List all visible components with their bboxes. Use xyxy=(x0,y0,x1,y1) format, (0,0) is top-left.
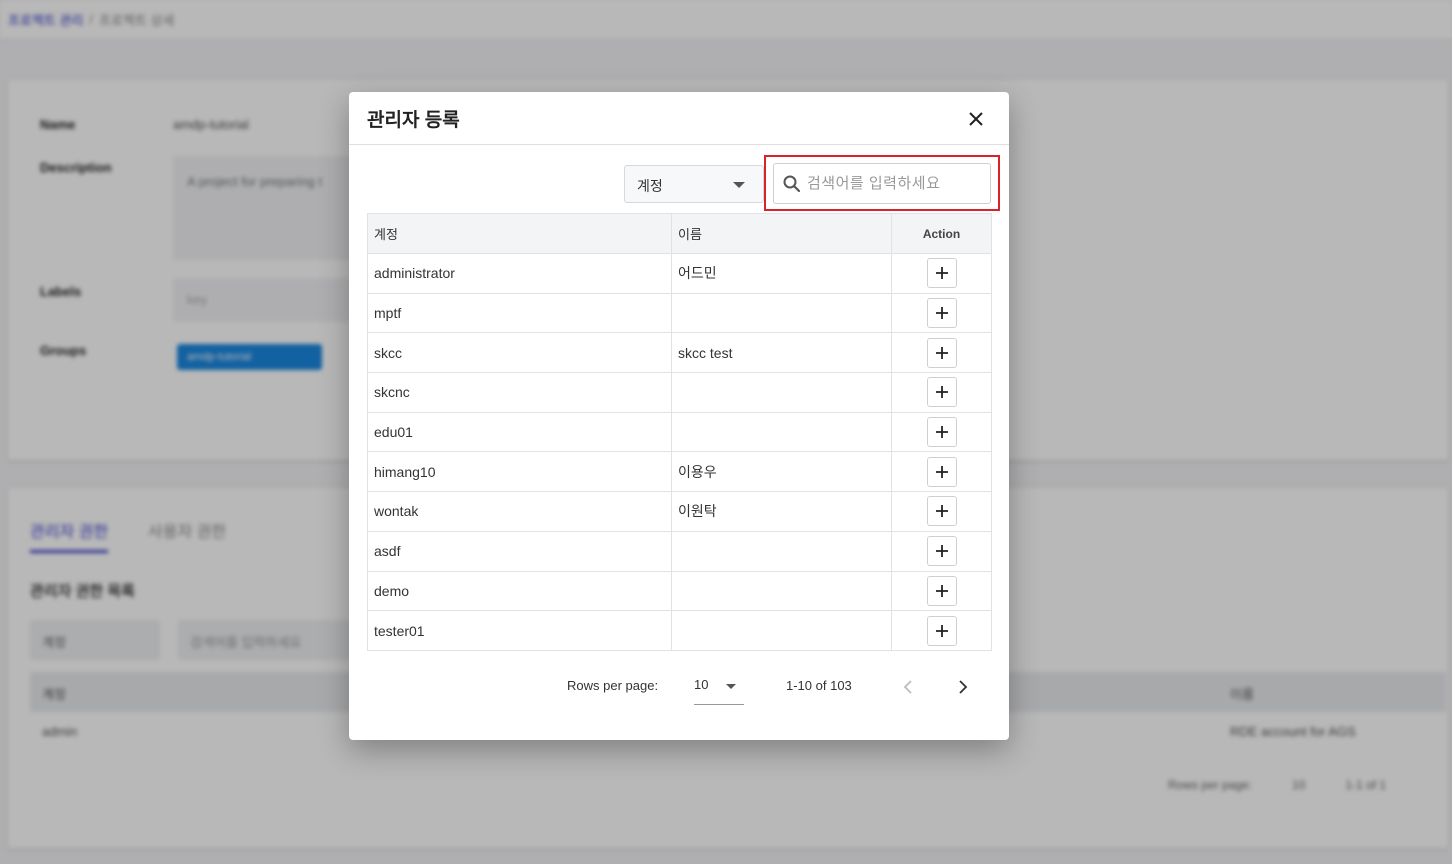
add-user-button[interactable] xyxy=(926,377,957,408)
cell-action xyxy=(891,253,992,294)
cell-name: 이용우 xyxy=(671,451,892,493)
cell-name: 이원탁 xyxy=(671,491,892,532)
close-button[interactable] xyxy=(961,104,991,134)
plus-icon xyxy=(935,267,948,280)
table-row: edu01 xyxy=(367,411,992,453)
page-range: 1-10 of 103 xyxy=(786,678,852,693)
cell-action xyxy=(891,372,992,413)
plus-icon xyxy=(935,307,948,320)
cell-account: edu01 xyxy=(367,411,672,453)
plus-icon xyxy=(935,584,948,597)
plus-icon xyxy=(935,346,948,359)
cell-account: himang10 xyxy=(367,451,672,493)
add-user-button[interactable] xyxy=(926,456,957,487)
plus-icon xyxy=(935,386,948,399)
rows-per-page-label: Rows per page: xyxy=(567,678,659,693)
plus-icon xyxy=(935,426,948,439)
table-row: administrator 어드민 xyxy=(367,253,992,294)
cell-account: asdf xyxy=(367,530,672,572)
cell-name xyxy=(671,411,892,453)
cell-action xyxy=(891,491,992,532)
cell-name xyxy=(671,610,892,651)
chevron-left-icon xyxy=(903,680,912,694)
next-page-button[interactable] xyxy=(947,671,979,703)
search-box[interactable] xyxy=(773,163,991,204)
cell-account: tester01 xyxy=(367,610,672,651)
add-user-button[interactable] xyxy=(926,337,957,368)
dialog-header: 관리자 등록 xyxy=(349,92,1009,145)
search-field-select-value: 계정 xyxy=(637,178,663,194)
chevron-down-icon xyxy=(726,684,736,689)
cell-name xyxy=(671,570,892,612)
previous-page-button[interactable] xyxy=(892,671,924,703)
plus-icon xyxy=(935,465,948,478)
rows-per-page-value: 10 xyxy=(694,677,709,692)
table-header-row: 계정 이름 Action xyxy=(367,213,992,254)
cell-account: skcnc xyxy=(367,372,672,413)
table-row: asdf xyxy=(367,530,992,572)
cell-action xyxy=(891,292,992,334)
cell-account: skcc xyxy=(367,332,672,374)
add-user-button[interactable] xyxy=(926,536,957,567)
admin-register-dialog: 관리자 등록 계정 계정 이름 Action administrator xyxy=(349,92,1009,740)
cell-action xyxy=(891,332,992,374)
plus-icon xyxy=(935,624,948,637)
search-field-select[interactable]: 계정 xyxy=(624,165,764,203)
chevron-right-icon xyxy=(959,680,968,694)
plus-icon xyxy=(935,545,948,558)
cell-name xyxy=(671,530,892,572)
table-row: demo xyxy=(367,570,992,612)
search-input[interactable] xyxy=(807,175,977,192)
user-table: 계정 이름 Action administrator 어드민 mptf skcc skc… xyxy=(367,213,992,651)
cell-action xyxy=(891,451,992,493)
search-icon xyxy=(783,175,801,192)
table-body: administrator 어드민 mptf skcc skcc test skcnc ed… xyxy=(367,253,992,651)
cell-name xyxy=(671,372,892,413)
cell-name xyxy=(671,292,892,334)
cell-account: demo xyxy=(367,570,672,612)
pagination: Rows per page: 10 1-10 of 103 xyxy=(349,662,1009,712)
cell-account: wontak xyxy=(367,491,672,532)
cell-account: mptf xyxy=(367,292,672,334)
column-header-name: 이름 xyxy=(671,213,892,254)
add-user-button[interactable] xyxy=(926,575,957,606)
add-user-button[interactable] xyxy=(926,417,957,448)
add-user-button[interactable] xyxy=(926,258,957,289)
cell-action xyxy=(891,530,992,572)
column-header-account: 계정 xyxy=(367,213,672,254)
table-row: skcc skcc test xyxy=(367,332,992,374)
cell-name: 어드민 xyxy=(671,253,892,294)
add-user-button[interactable] xyxy=(926,615,957,646)
cell-name: skcc test xyxy=(671,332,892,374)
table-row: wontak 이원탁 xyxy=(367,491,992,532)
cell-action xyxy=(891,610,992,651)
cell-account: administrator xyxy=(367,253,672,294)
table-row: skcnc xyxy=(367,372,992,413)
chevron-down-icon xyxy=(733,182,745,188)
add-user-button[interactable] xyxy=(926,496,957,527)
table-row: tester01 xyxy=(367,610,992,651)
rows-per-page-select[interactable]: 10 xyxy=(694,670,744,705)
table-row: mptf xyxy=(367,292,992,334)
add-user-button[interactable] xyxy=(926,298,957,329)
plus-icon xyxy=(935,505,948,518)
column-header-action: Action xyxy=(891,213,992,254)
cell-action xyxy=(891,570,992,612)
dialog-title: 관리자 등록 xyxy=(367,110,460,131)
close-icon xyxy=(969,112,983,126)
cell-action xyxy=(891,411,992,453)
table-row: himang10 이용우 xyxy=(367,451,992,493)
